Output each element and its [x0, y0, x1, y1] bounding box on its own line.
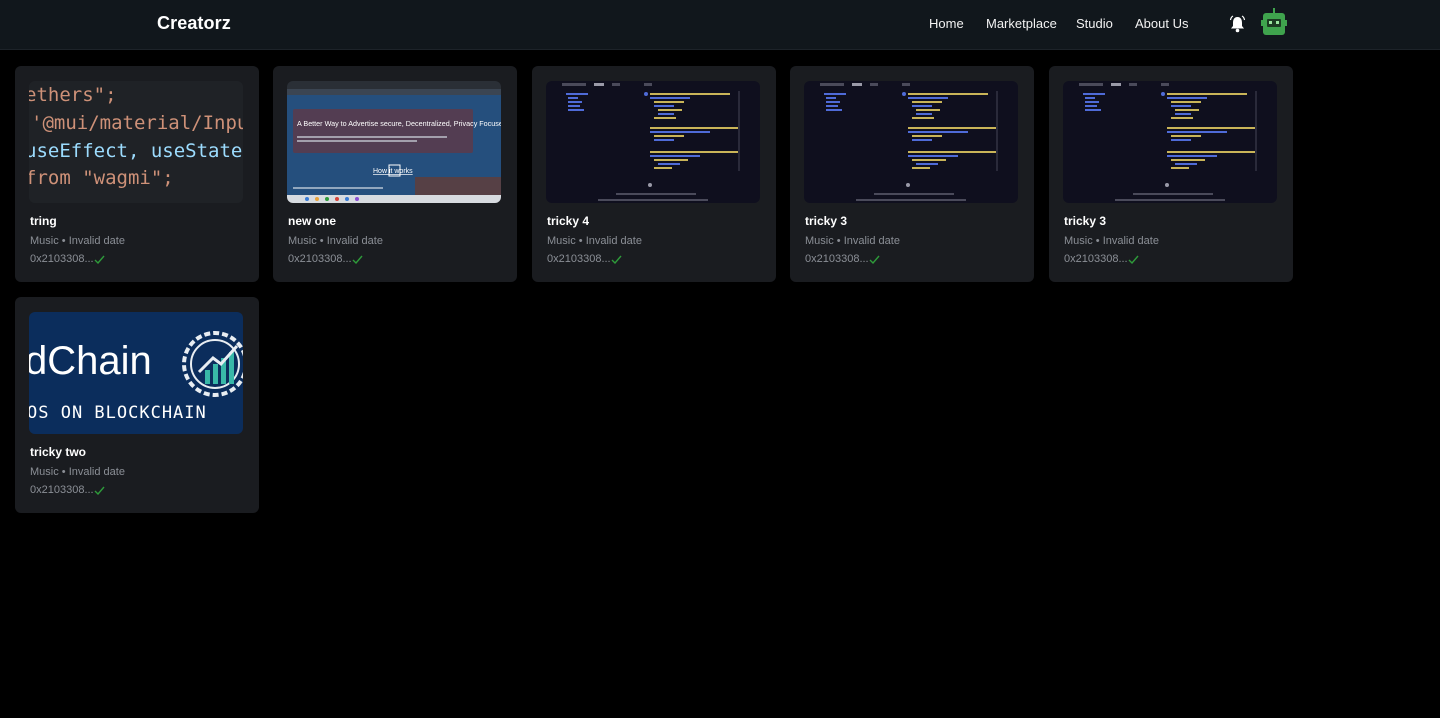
- card-title: tring: [30, 214, 57, 228]
- nft-card[interactable]: A Better Way to Advertise secure, Decent…: [273, 66, 517, 282]
- code-line-2: '@mui/material/Input: [31, 112, 243, 134]
- card-meta: Music • Invalid date: [547, 235, 642, 247]
- code-line-4: from "wagmi";: [29, 167, 174, 189]
- card-address: 0x2103308...: [547, 253, 611, 265]
- card-thumbnail-editor: [804, 81, 1018, 203]
- card-address: 0x2103308...: [1064, 253, 1128, 265]
- code-line-1: ethers";: [29, 84, 117, 106]
- verified-check-icon: [352, 255, 363, 264]
- card-address: 0x2103308...: [30, 484, 94, 496]
- verified-check-icon: [869, 255, 880, 264]
- nft-card[interactable]: tricky 3 Music • Invalid date 0x2103308.…: [790, 66, 1034, 282]
- card-meta: Music • Invalid date: [288, 235, 383, 247]
- nft-card[interactable]: tricky 3 Music • Invalid date 0x2103308.…: [1049, 66, 1293, 282]
- card-thumbnail-code: ethers"; '@mui/material/Input useEffect,…: [29, 81, 243, 203]
- card-thumbnail-editor: [546, 81, 760, 203]
- card-meta: Music • Invalid date: [30, 466, 125, 478]
- verified-check-icon: [94, 486, 105, 495]
- nav-marketplace[interactable]: Marketplace: [986, 16, 1057, 31]
- card-title: tricky 3: [805, 214, 848, 228]
- logo-tagline: OS ON BLOCKCHAIN: [29, 403, 207, 423]
- card-meta: Music • Invalid date: [805, 235, 900, 247]
- nft-card[interactable]: dChain OS ON BLOCKCHAIN tricky two Music…: [15, 297, 259, 513]
- thumb-cta: How it works: [373, 168, 413, 175]
- brand-logo-text[interactable]: Creatorz: [157, 13, 231, 34]
- card-thumbnail-website: A Better Way to Advertise secure, Decent…: [287, 81, 501, 203]
- card-title: new one: [288, 214, 337, 228]
- card-address: 0x2103308...: [288, 253, 352, 265]
- card-title: tricky two: [30, 445, 87, 459]
- card-meta: Music • Invalid date: [1064, 235, 1159, 247]
- card-title: tricky 3: [1064, 214, 1107, 228]
- card-address: 0x2103308...: [30, 253, 94, 265]
- top-navbar: Creatorz Home Marketplace Studio About U…: [0, 0, 1440, 50]
- nft-card[interactable]: ethers"; '@mui/material/Input useEffect,…: [15, 66, 259, 282]
- code-line-3: useEffect, useState: [29, 140, 242, 162]
- nav-about-us[interactable]: About Us: [1135, 16, 1188, 31]
- nft-card[interactable]: tricky 4 Music • Invalid date 0x2103308.…: [532, 66, 776, 282]
- card-thumbnail-logo: dChain OS ON BLOCKCHAIN: [29, 312, 243, 434]
- bell-icon[interactable]: [1229, 15, 1246, 33]
- verified-check-icon: [1128, 255, 1139, 264]
- card-meta: Music • Invalid date: [30, 235, 125, 247]
- verified-check-icon: [94, 255, 105, 264]
- card-thumbnail-editor: [1063, 81, 1277, 203]
- thumb-headline: A Better Way to Advertise secure, Decent…: [297, 119, 501, 128]
- nav-studio[interactable]: Studio: [1076, 16, 1113, 31]
- verified-check-icon: [611, 255, 622, 264]
- card-title: tricky 4: [547, 214, 590, 228]
- robot-avatar-icon[interactable]: [1261, 8, 1287, 36]
- nav-home[interactable]: Home: [929, 16, 964, 31]
- logo-wordmark: dChain: [29, 339, 152, 383]
- card-address: 0x2103308...: [805, 253, 869, 265]
